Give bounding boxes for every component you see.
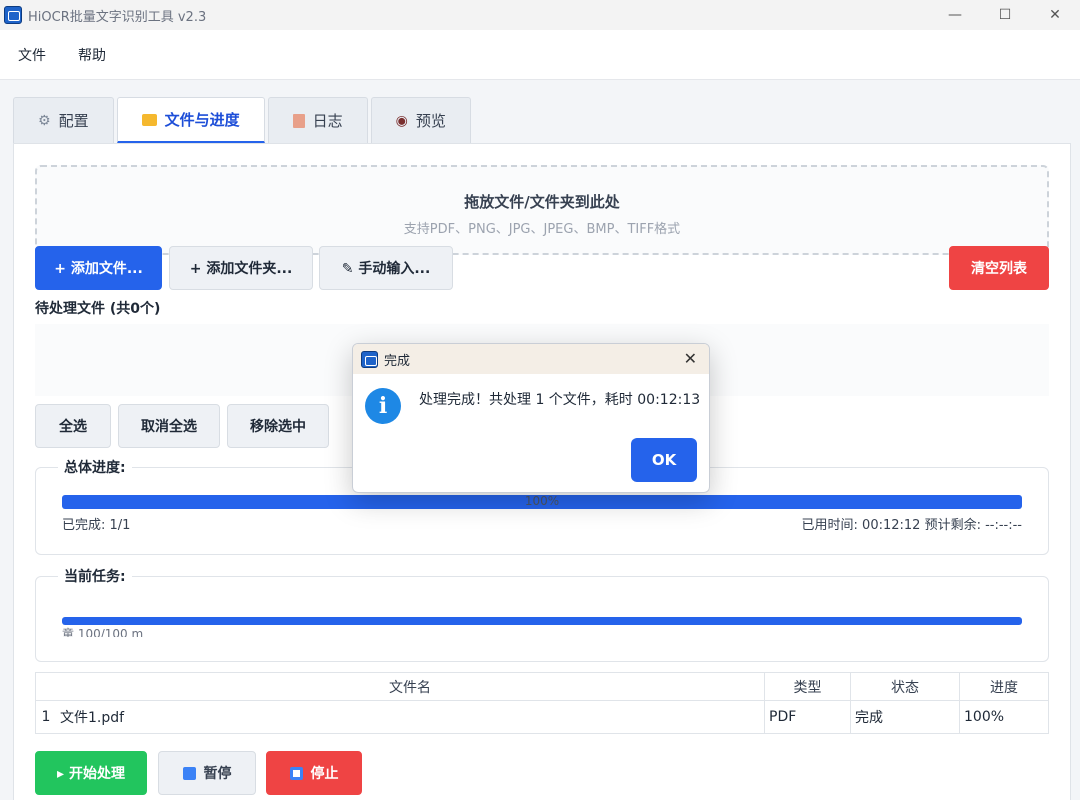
- completion-dialog: 完成 ✕ i 处理完成！共处理 1 个文件，耗时 00:12:13 OK: [352, 343, 710, 493]
- current-task-progress-bar: [62, 617, 1022, 625]
- current-task-group: 当前任务: 童 100/100 m: [35, 566, 1049, 662]
- window-controls: — ☐ ✕: [930, 0, 1080, 30]
- table-header: 文件名 类型 状态 进度: [36, 673, 1048, 701]
- ok-button[interactable]: OK: [631, 438, 697, 482]
- app-logo-icon: [361, 350, 378, 368]
- tab-config[interactable]: ⚙ 配置: [13, 97, 114, 143]
- maximize-button[interactable]: ☐: [980, 0, 1030, 30]
- file-type-cell: PDF: [765, 701, 851, 733]
- dialog-close-button[interactable]: ✕: [684, 349, 697, 368]
- pause-label: 暂停: [203, 766, 232, 782]
- overall-progress-bar: 100%: [62, 495, 1022, 509]
- column-header-status[interactable]: 状态: [851, 673, 960, 700]
- overall-progress-text: 100%: [524, 495, 560, 508]
- row-number: 1: [41, 709, 51, 725]
- close-window-button[interactable]: ✕: [1030, 0, 1080, 30]
- tab-preview[interactable]: ◉ 预览: [370, 97, 471, 143]
- tab-label: 配置: [58, 112, 89, 130]
- dialog-title: 完成: [384, 353, 411, 369]
- menu-help[interactable]: 帮助: [78, 45, 106, 65]
- gear-icon: ⚙: [38, 112, 51, 129]
- tab-bar: ⚙ 配置 文件与进度 日志 ◉ 预览: [13, 97, 474, 143]
- row-number-header: [36, 673, 56, 700]
- pending-files-label: 待处理文件 (共0个): [29, 298, 167, 318]
- eye-icon: ◉: [395, 112, 408, 129]
- stop-button[interactable]: 停止: [266, 751, 362, 795]
- info-icon: i: [365, 388, 401, 424]
- overall-progress-label: 总体进度:: [58, 457, 132, 477]
- tab-label: 文件与进度: [164, 111, 240, 129]
- app-logo-icon: [4, 6, 22, 24]
- pause-button[interactable]: 暂停: [158, 751, 256, 795]
- menu-bar: 文件 帮助: [0, 30, 1080, 80]
- remove-selected-button[interactable]: 移除选中: [227, 404, 329, 448]
- column-header-filename[interactable]: 文件名: [56, 673, 765, 700]
- column-header-type[interactable]: 类型: [765, 673, 851, 700]
- pause-icon: [182, 766, 196, 780]
- stop-icon: [289, 766, 303, 780]
- tab-label: 日志: [312, 112, 343, 130]
- drop-zone-title: 拖放文件/文件夹到此处: [464, 193, 620, 211]
- file-progress-cell: 100%: [964, 709, 1005, 725]
- select-all-button[interactable]: 全选: [35, 404, 111, 448]
- tab-label: 预览: [415, 112, 446, 130]
- current-task-progress-fill: [62, 617, 1022, 625]
- stop-label: 停止: [310, 766, 339, 782]
- file-table: 文件名 类型 状态 进度 1 文件1.pdf PDF 完成 100%: [35, 672, 1049, 734]
- document-icon: [292, 113, 305, 128]
- table-row[interactable]: 1 文件1.pdf PDF 完成 100%: [36, 701, 1048, 733]
- manual-input-button[interactable]: ✎ 手动输入...: [319, 246, 453, 290]
- start-processing-button[interactable]: ▸ 开始处理: [35, 751, 147, 795]
- elapsed-time: 已用时间: 00:12:12 预计剩余: --:--:--: [801, 518, 1022, 533]
- dialog-title-bar: 完成 ✕: [353, 344, 709, 374]
- tab-log[interactable]: 日志: [267, 97, 368, 143]
- folder-icon: [141, 113, 157, 126]
- drop-zone-subtitle: 支持PDF、PNG、JPG、JPEG、BMP、TIFF格式: [403, 222, 681, 237]
- add-files-button[interactable]: + 添加文件...: [35, 246, 162, 290]
- deselect-all-button[interactable]: 取消全选: [118, 404, 220, 448]
- clear-list-button[interactable]: 清空列表: [949, 246, 1049, 290]
- current-task-label: 当前任务:: [58, 566, 132, 586]
- drop-zone[interactable]: 拖放文件/文件夹到此处 支持PDF、PNG、JPG、JPEG、BMP、TIFF格…: [35, 165, 1049, 255]
- column-header-progress[interactable]: 进度: [960, 673, 1048, 700]
- minimize-button[interactable]: —: [930, 0, 980, 30]
- add-folder-button[interactable]: + 添加文件夹...: [169, 246, 313, 290]
- window-title: HiOCR批量文字识别工具 v2.3: [28, 9, 207, 25]
- current-task-detail: 童 100/100 m: [62, 627, 144, 637]
- tab-files-progress[interactable]: 文件与进度: [116, 97, 265, 143]
- completed-count: 已完成: 1/1: [62, 518, 131, 533]
- dialog-message: 处理完成！共处理 1 个文件，耗时 00:12:13: [419, 392, 701, 408]
- title-bar: HiOCR批量文字识别工具 v2.3 — ☐ ✕: [0, 0, 1080, 30]
- file-name-cell: 文件1.pdf: [56, 701, 765, 733]
- menu-file[interactable]: 文件: [18, 45, 46, 65]
- file-status-cell: 完成: [851, 701, 960, 733]
